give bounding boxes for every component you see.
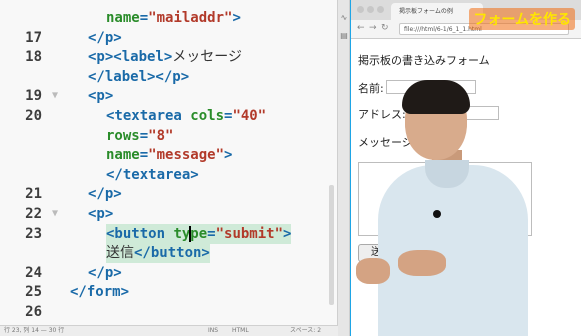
presenter-hand-right: [398, 250, 446, 276]
presenter-hand-left: [356, 258, 390, 284]
lapel-mic-icon: [433, 210, 441, 218]
presenter-overlay: [0, 0, 581, 336]
presenter-hair: [402, 80, 470, 114]
presenter-torso: [378, 165, 528, 336]
